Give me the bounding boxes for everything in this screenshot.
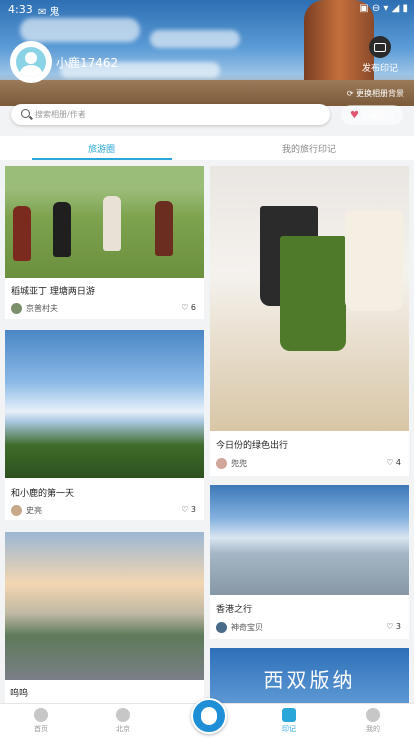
card-hongkong[interactable]: 香港之行 神奇宝贝 ♡ 3	[210, 485, 409, 639]
home-icon	[34, 708, 48, 722]
status-time: 4:33	[8, 3, 33, 16]
card-image	[5, 330, 204, 478]
author-avatar	[11, 505, 22, 516]
center-mascot-button[interactable]	[191, 698, 227, 734]
nav-home[interactable]: 首页	[16, 708, 66, 734]
profile-icon	[366, 708, 380, 722]
tab-my-travel-marks[interactable]: 我的旅行印记	[282, 142, 336, 155]
search-bar[interactable]: 搜索相册/作者	[11, 104, 330, 125]
status-bar: 4:33 ✉ 鬼 ▣ ⊖ ▾ ◢ ▮	[0, 0, 414, 18]
nav-mine[interactable]: 我的	[348, 708, 398, 734]
heart-outline-icon: ♡	[181, 303, 191, 312]
nav-beijing[interactable]: 北京	[98, 708, 148, 734]
card-daocheng[interactable]: 稻城亚丁 理塘两日游 京普村夫 ♡ 6	[5, 166, 204, 319]
card-image	[5, 166, 204, 278]
refresh-icon: ⟳	[346, 89, 356, 98]
author-avatar	[216, 458, 227, 469]
nav-marks-label: 印记	[282, 725, 296, 733]
nav-beijing-label: 北京	[116, 725, 130, 733]
card-author: 史亮	[11, 505, 42, 516]
card-author: 京普村夫	[11, 303, 58, 314]
author-avatar	[11, 303, 22, 314]
change-background-button[interactable]: ⟳ 更换相册背景	[347, 88, 404, 99]
card-title: 香港之行	[216, 605, 253, 615]
collect-label: 收藏景点	[361, 110, 394, 120]
card-image	[5, 532, 204, 680]
publish-label: 发布印记	[361, 64, 398, 74]
username: 小鹿17462	[56, 56, 119, 70]
photo-icon	[282, 708, 296, 722]
notification-icons: ✉ 鬼	[38, 7, 60, 18]
change-background-label: 更换相册背景	[356, 89, 404, 98]
heart-icon: ♥	[350, 109, 359, 121]
card-likes[interactable]: ♡ 4	[386, 458, 401, 467]
card-likes[interactable]: ♡ 6	[181, 303, 196, 312]
publish-button[interactable]: 发布印记	[356, 36, 404, 74]
collect-spots-button[interactable]: ♥ 收藏景点	[341, 105, 403, 125]
card-image	[210, 166, 409, 431]
card-likes[interactable]: ♡ 3	[386, 622, 401, 631]
card-image: 西双版纳	[210, 648, 409, 703]
author-avatar	[216, 622, 227, 633]
card-likes[interactable]: ♡ 3	[181, 505, 196, 514]
card-author: 兜兜	[216, 458, 247, 469]
card-title: 呜呜	[10, 689, 29, 699]
card-title: 今日份的绿色出行	[216, 441, 289, 451]
avatar[interactable]	[10, 41, 52, 83]
search-icon	[21, 109, 30, 118]
card-image	[210, 485, 409, 595]
location-icon	[116, 708, 130, 722]
camera-icon	[369, 36, 391, 58]
card-first-day[interactable]: 和小鹿的第一天 史亮 ♡ 3	[5, 330, 204, 520]
image-overlay-text: 西双版纳	[263, 668, 356, 692]
heart-outline-icon: ♡	[386, 458, 396, 467]
heart-outline-icon: ♡	[386, 622, 396, 631]
active-tab-indicator	[32, 158, 172, 160]
system-icons: ▣ ⊖ ▾ ◢ ▮	[359, 3, 408, 14]
card-title: 和小鹿的第一天	[11, 489, 75, 499]
nav-marks[interactable]: 印记	[264, 708, 314, 734]
card-author: 神奇宝贝	[216, 622, 263, 633]
heart-outline-icon: ♡	[181, 505, 191, 514]
card-green-travel[interactable]: 今日份的绿色出行 兜兜 ♡ 4	[210, 166, 409, 476]
search-placeholder: 搜索相册/作者	[35, 110, 86, 119]
tab-bar: 旅游圈 我的旅行印记	[0, 136, 414, 160]
card-title: 稻城亚丁 理塘两日游	[11, 287, 95, 297]
nav-home-label: 首页	[34, 725, 48, 733]
card-xishuangbanna[interactable]: 西双版纳	[210, 648, 409, 703]
card-wuwu[interactable]	[5, 532, 204, 703]
tab-travel-circle[interactable]: 旅游圈	[88, 142, 115, 155]
nav-mine-label: 我的	[366, 725, 380, 733]
